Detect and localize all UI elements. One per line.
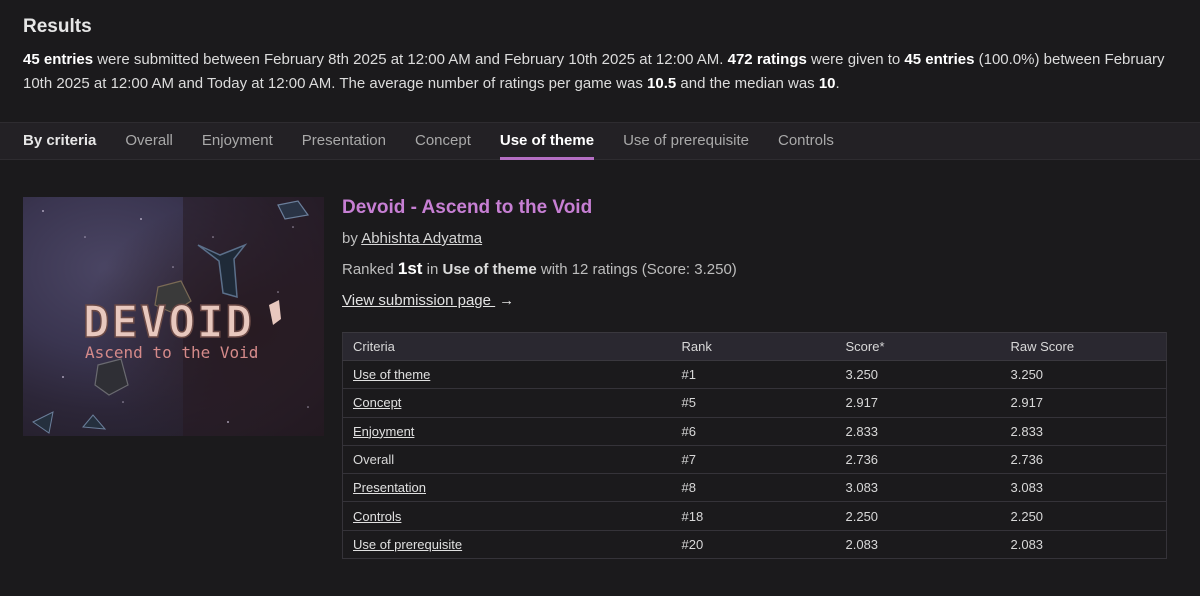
criteria-text: Overall: [342, 445, 672, 475]
game-title-link[interactable]: Devoid - Ascend to the Void: [342, 197, 1172, 225]
score-cell: 3.250: [835, 360, 1001, 390]
tab-overall[interactable]: Overall: [125, 123, 173, 159]
table-row: Concept #5 2.917 2.917: [342, 388, 1167, 418]
rank-cell: #20: [671, 530, 836, 560]
rank-summary: Ranked 1st in Use of theme with 12 ratin…: [342, 259, 1172, 281]
rank-cell: #1: [671, 360, 836, 390]
by-prefix: by: [342, 230, 358, 247]
rank-cell: #7: [671, 445, 836, 475]
score-cell: 2.917: [835, 388, 1001, 418]
tab-by-criteria-label: By criteria: [23, 132, 97, 149]
criteria-link[interactable]: Presentation: [353, 480, 426, 495]
tab-use-of-prerequisite[interactable]: Use of prerequisite: [623, 123, 749, 159]
average-ratings: 10.5: [647, 75, 677, 92]
tab-enjoyment[interactable]: Enjoyment: [202, 123, 273, 159]
rank-cell: #18: [671, 501, 836, 531]
page-title: Results: [23, 16, 92, 37]
entry-info: Devoid - Ascend to the Void by Abhishta …: [342, 197, 1172, 314]
criteria-link[interactable]: Enjoyment: [353, 424, 414, 439]
arrow-right-icon: →: [499, 292, 515, 309]
ranked-prefix: Ranked: [342, 261, 394, 278]
raw-score-cell: 2.917: [1000, 388, 1167, 418]
summary-text-5: .: [835, 75, 840, 92]
tab-controls[interactable]: Controls: [778, 123, 834, 159]
rank-criteria: Use of theme: [442, 261, 537, 278]
table-row: Use of prerequisite #20 2.083 2.083: [342, 530, 1167, 560]
raw-score-cell: 2.736: [1000, 445, 1167, 475]
scores-table: Criteria Rank Score* Raw Score Use of th…: [342, 332, 1167, 560]
rank-value: 1st: [397, 259, 423, 278]
ranked-in: in: [426, 261, 439, 278]
results-summary: 45 entries were submitted between Februa…: [23, 48, 1173, 96]
author-link[interactable]: Abhishta Adyatma: [361, 230, 482, 247]
summary-text-4: and the median was: [676, 75, 819, 92]
thumbnail-subtitle: Ascend to the Void: [85, 343, 258, 362]
criteria-link[interactable]: Concept: [353, 395, 401, 410]
criteria-link[interactable]: Use of prerequisite: [353, 537, 462, 552]
raw-score-cell: 3.250: [1000, 360, 1167, 390]
score-cell: 3.083: [835, 473, 1001, 503]
results-header: Results 45 entries were submitted betwee…: [0, 0, 1200, 96]
thumbnail-art: DEVOID Ascend to the Void: [23, 197, 324, 436]
entries-count-2: 45 entries: [904, 51, 975, 68]
game-thumbnail[interactable]: DEVOID Ascend to the Void: [23, 197, 324, 436]
raw-score-cell: 2.250: [1000, 501, 1167, 531]
score-cell: 2.833: [835, 417, 1001, 446]
table-row: Overall #7 2.736 2.736: [342, 445, 1167, 475]
rank-cell: #5: [671, 388, 836, 418]
header-score: Score*: [835, 332, 1001, 361]
rank-cell: #8: [671, 473, 836, 503]
summary-text-1: were submitted between February 8th 2025…: [93, 51, 728, 68]
tab-use-of-theme[interactable]: Use of theme: [499, 123, 595, 160]
header-criteria: Criteria: [342, 332, 672, 361]
entries-count: 45 entries: [23, 51, 94, 68]
raw-score-cell: 2.833: [1000, 417, 1167, 446]
byline: by Abhishta Adyatma: [342, 230, 1172, 252]
criteria-link[interactable]: Controls: [353, 509, 401, 524]
rank-cell: #6: [671, 417, 836, 446]
table-row: Controls #18 2.250 2.250: [342, 501, 1167, 531]
header-rank: Rank: [671, 332, 836, 361]
tab-concept[interactable]: Concept: [415, 123, 471, 159]
score-cell: 2.250: [835, 501, 1001, 531]
thumbnail-logo: DEVOID: [83, 297, 254, 348]
score-cell: 2.083: [835, 530, 1001, 560]
view-submission-link[interactable]: View submission page →: [342, 292, 514, 314]
criteria-link[interactable]: Use of theme: [353, 367, 430, 382]
ranked-suffix: with 12 ratings (Score: 3.250): [540, 261, 737, 278]
raw-score-cell: 2.083: [1000, 530, 1167, 560]
table-row: Use of theme #1 3.250 3.250: [342, 360, 1167, 390]
score-cell: 2.736: [835, 445, 1001, 475]
table-row: Enjoyment #6 2.833 2.833: [342, 417, 1167, 446]
view-submission-label: View submission page: [342, 292, 491, 309]
raw-score-cell: 3.083: [1000, 473, 1167, 503]
median-ratings: 10: [818, 75, 836, 92]
summary-text-2: were given to: [806, 51, 905, 68]
table-row: Presentation #8 3.083 3.083: [342, 473, 1167, 503]
criteria-tabs: By criteria Overall Enjoyment Presentati…: [0, 122, 1200, 160]
header-raw-score: Raw Score: [1000, 332, 1167, 361]
table-header-row: Criteria Rank Score* Raw Score: [342, 332, 1167, 361]
ratings-count: 472 ratings: [727, 51, 807, 68]
tab-presentation[interactable]: Presentation: [302, 123, 386, 159]
